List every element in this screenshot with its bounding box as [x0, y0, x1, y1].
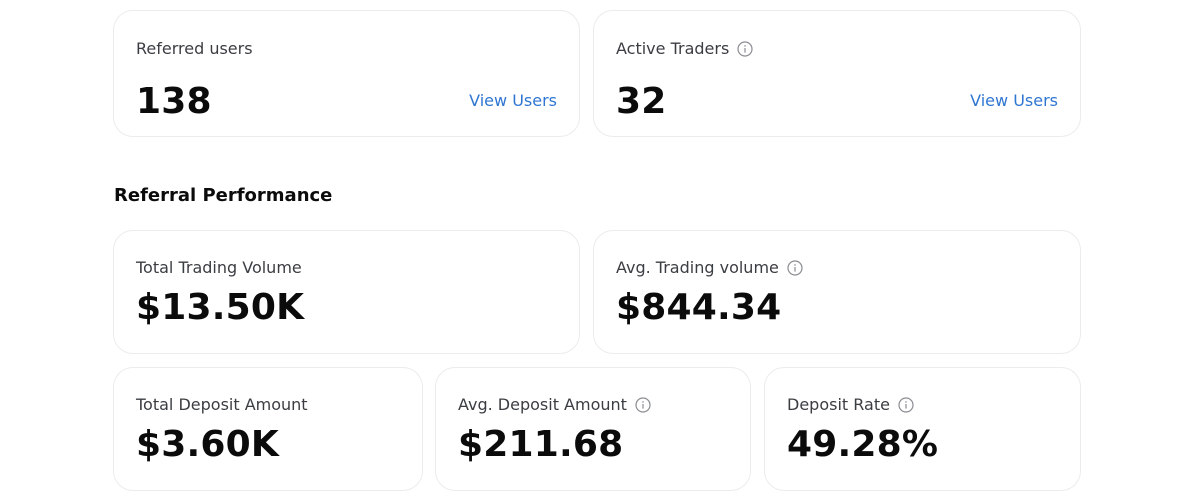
info-icon[interactable]: [635, 396, 651, 413]
info-icon[interactable]: [737, 40, 753, 57]
active-traders-value: 32: [616, 81, 667, 122]
total-deposit-amount-value: $3.60K: [136, 424, 279, 465]
referred-users-label: Referred users: [136, 39, 253, 58]
avg-trading-volume-label: Avg. Trading volume: [616, 258, 803, 277]
referred-users-label-text: Referred users: [136, 39, 253, 58]
total-deposit-amount-label: Total Deposit Amount: [136, 395, 308, 414]
referred-users-value: 138: [136, 81, 212, 122]
total-trading-volume-value: $13.50K: [136, 287, 305, 328]
deposit-rate-label: Deposit Rate: [787, 395, 914, 414]
total-deposit-amount-card: Total Deposit Amount $3.60K: [113, 367, 423, 491]
active-traders-label: Active Traders: [616, 39, 753, 58]
avg-trading-volume-card: Avg. Trading volume $844.34: [593, 230, 1081, 354]
deposit-rate-card: Deposit Rate 49.28%: [764, 367, 1081, 491]
total-trading-volume-card: Total Trading Volume $13.50K: [113, 230, 580, 354]
avg-deposit-amount-card: Avg. Deposit Amount $211.68: [435, 367, 751, 491]
total-trading-volume-label: Total Trading Volume: [136, 258, 302, 277]
active-traders-card: Active Traders 32 View Users: [593, 10, 1081, 137]
avg-deposit-amount-value: $211.68: [458, 424, 624, 465]
avg-deposit-amount-label-text: Avg. Deposit Amount: [458, 395, 627, 414]
total-trading-volume-label-text: Total Trading Volume: [136, 258, 302, 277]
referred-users-card: Referred users 138 View Users: [113, 10, 580, 137]
info-icon[interactable]: [787, 259, 803, 276]
deposit-rate-value: 49.28%: [787, 424, 939, 465]
avg-trading-volume-value: $844.34: [616, 287, 782, 328]
info-icon[interactable]: [898, 396, 914, 413]
referral-performance-title: Referral Performance: [114, 185, 333, 206]
avg-trading-volume-label-text: Avg. Trading volume: [616, 258, 779, 277]
total-deposit-amount-label-text: Total Deposit Amount: [136, 395, 308, 414]
view-active-traders-link[interactable]: View Users: [970, 91, 1058, 110]
avg-deposit-amount-label: Avg. Deposit Amount: [458, 395, 651, 414]
deposit-rate-label-text: Deposit Rate: [787, 395, 890, 414]
view-referred-users-link[interactable]: View Users: [469, 91, 557, 110]
active-traders-label-text: Active Traders: [616, 39, 730, 58]
